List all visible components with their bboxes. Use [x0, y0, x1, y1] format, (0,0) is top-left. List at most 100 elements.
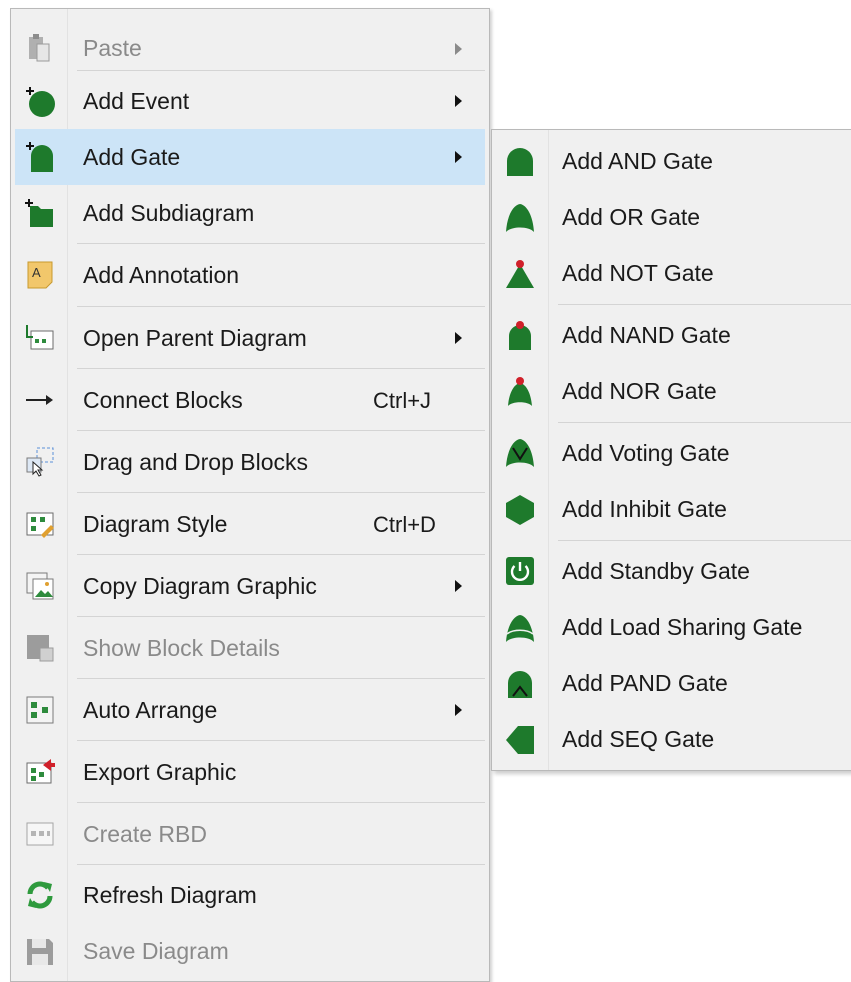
menu-item-label: Add Subdiagram	[83, 200, 255, 226]
menu-item-add-annotation[interactable]: A Add Annotation	[15, 245, 485, 305]
separator	[77, 70, 485, 71]
submenu-item-or-gate[interactable]: Add OR Gate	[492, 190, 851, 246]
add-gate-icon	[26, 142, 53, 172]
separator	[77, 243, 485, 244]
chevron-right-icon	[455, 704, 462, 716]
separator	[558, 540, 851, 541]
menu-item-save-diagram[interactable]: Save Diagram	[15, 924, 485, 980]
menu-item-label: Diagram Style	[83, 511, 228, 537]
separator	[558, 422, 851, 423]
submenu-item-seq-gate[interactable]: Add SEQ Gate	[492, 712, 851, 768]
menu-item-label: Save Diagram	[83, 938, 229, 964]
submenu-item-standby-gate[interactable]: Add Standby Gate	[492, 542, 851, 600]
menu-item-copy-diagram-graphic[interactable]: Copy Diagram Graphic	[15, 556, 485, 616]
chevron-right-icon	[455, 151, 462, 163]
submenu-item-load-sharing-gate[interactable]: Add Load Sharing Gate	[492, 600, 851, 656]
nor-gate-icon	[508, 377, 532, 406]
menu-item-label: Refresh Diagram	[83, 882, 257, 908]
not-gate-icon	[506, 260, 534, 288]
menu-item-connect-blocks[interactable]: Connect Blocks Ctrl+J	[15, 370, 485, 430]
separator	[77, 306, 485, 307]
paste-icon	[29, 34, 50, 62]
submenu-item-label: Add Load Sharing Gate	[562, 614, 803, 640]
submenu-item-voting-gate[interactable]: Add Voting Gate	[492, 424, 851, 482]
menu-item-label: Copy Diagram Graphic	[83, 573, 317, 599]
menu-item-show-block-details[interactable]: Show Block Details	[15, 618, 485, 678]
auto-arrange-icon	[26, 696, 54, 724]
menu-item-paste[interactable]: Paste	[15, 19, 485, 77]
submenu-item-not-gate[interactable]: Add NOT Gate	[492, 246, 851, 302]
menu-item-add-event[interactable]: Add Event	[15, 73, 485, 129]
chevron-right-icon	[455, 95, 462, 107]
submenu-item-inhibit-gate[interactable]: Add Inhibit Gate	[492, 482, 851, 538]
menu-item-add-gate[interactable]: Add Gate	[15, 129, 485, 185]
submenu-item-label: Add SEQ Gate	[562, 726, 715, 752]
menu-item-open-parent-diagram[interactable]: Open Parent Diagram	[15, 308, 485, 368]
inhibit-gate-icon	[506, 495, 534, 525]
menu-item-label: Create RBD	[83, 821, 207, 847]
connect-arrow-icon	[26, 395, 53, 405]
separator	[77, 554, 485, 555]
separator	[77, 368, 485, 369]
submenu-item-label: Add NOR Gate	[562, 378, 717, 404]
menu-item-create-rbd[interactable]: Create RBD	[15, 804, 485, 864]
create-rbd-icon	[26, 822, 54, 846]
shortcut-text: Ctrl+J	[373, 388, 432, 413]
chevron-right-icon	[455, 43, 462, 55]
add-subdiagram-icon	[25, 199, 53, 227]
pand-gate-icon	[508, 671, 532, 698]
menu-item-auto-arrange[interactable]: Auto Arrange	[15, 680, 485, 740]
separator	[77, 616, 485, 617]
separator	[77, 740, 485, 741]
separator	[77, 802, 485, 803]
or-gate-icon	[506, 204, 534, 232]
submenu-item-and-gate[interactable]: Add AND Gate	[492, 134, 851, 190]
menu-item-refresh-diagram[interactable]: Refresh Diagram	[15, 866, 485, 924]
nand-gate-icon	[509, 321, 531, 350]
submenu-item-label: Add Voting Gate	[562, 440, 730, 466]
menu-item-label: Add Annotation	[83, 262, 240, 288]
chevron-right-icon	[455, 332, 462, 344]
submenu-item-label: Add OR Gate	[562, 204, 701, 230]
submenu-item-pand-gate[interactable]: Add PAND Gate	[492, 656, 851, 712]
and-gate-icon	[507, 148, 533, 176]
menu-item-label: Open Parent Diagram	[83, 325, 307, 351]
load-sharing-gate-icon	[506, 615, 534, 642]
seq-gate-icon	[506, 726, 534, 754]
submenu-item-label: Add Standby Gate	[562, 558, 750, 584]
submenu-item-label: Add Inhibit Gate	[562, 496, 727, 522]
submenu-item-label: Add PAND Gate	[562, 670, 728, 696]
drag-drop-icon	[26, 447, 54, 477]
menu-item-label: Paste	[83, 35, 142, 61]
shortcut-text: Ctrl+D	[373, 512, 436, 537]
voting-gate-icon	[506, 439, 534, 467]
refresh-icon	[27, 881, 53, 909]
separator	[77, 430, 485, 431]
menu-item-drag-drop-blocks[interactable]: Drag and Drop Blocks	[15, 432, 485, 492]
menu-item-label: Drag and Drop Blocks	[83, 449, 308, 475]
menu-item-label: Add Event	[83, 88, 190, 114]
block-details-icon	[27, 635, 54, 662]
copy-graphic-icon	[26, 572, 54, 600]
diagram-style-icon	[26, 512, 54, 538]
submenu-item-label: Add NAND Gate	[562, 322, 731, 348]
menu-item-add-subdiagram[interactable]: Add Subdiagram	[15, 185, 485, 241]
submenu-item-label: Add AND Gate	[562, 148, 713, 174]
separator	[77, 678, 485, 679]
gate-submenu: Add AND Gate Add OR Gate Add NOT Gate Ad…	[491, 129, 851, 771]
chevron-right-icon	[455, 580, 462, 592]
separator	[77, 492, 485, 493]
menu-item-label: Auto Arrange	[83, 697, 218, 723]
standby-gate-icon	[506, 557, 534, 585]
submenu-item-nand-gate[interactable]: Add NAND Gate	[492, 306, 851, 364]
open-parent-diagram-icon	[26, 325, 54, 350]
context-menu: Paste Add Event Add Gate Add Subdiagram	[10, 8, 490, 982]
svg-text:A: A	[32, 265, 41, 280]
submenu-item-nor-gate[interactable]: Add NOR Gate	[492, 364, 851, 420]
save-icon	[27, 939, 53, 965]
submenu-item-label: Add NOT Gate	[562, 260, 714, 286]
add-annotation-icon: A	[27, 261, 53, 289]
separator	[77, 864, 485, 865]
menu-item-export-graphic[interactable]: Export Graphic	[15, 742, 485, 802]
menu-item-diagram-style[interactable]: Diagram Style Ctrl+D	[15, 494, 485, 554]
